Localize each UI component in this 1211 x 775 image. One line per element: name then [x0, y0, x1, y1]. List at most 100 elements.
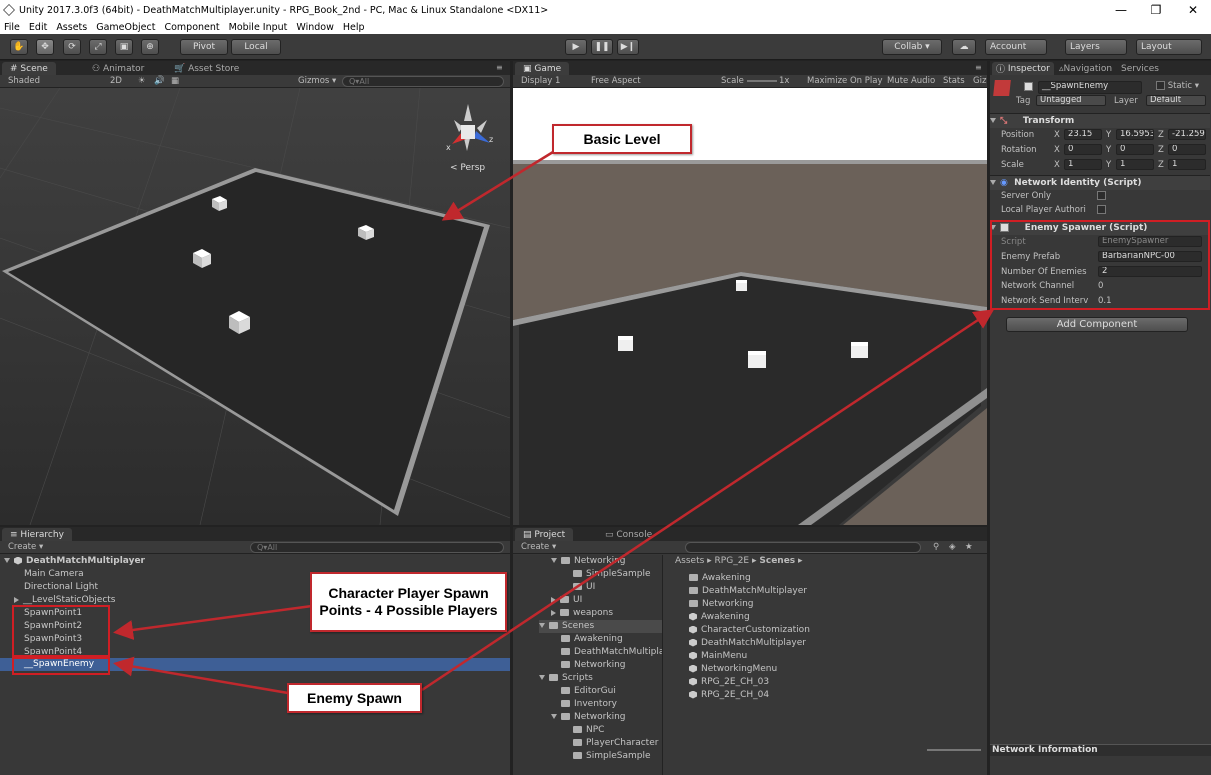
file-awakening-folder[interactable]: Awakening: [689, 572, 751, 585]
transform-tool-icon[interactable]: ⊕: [141, 39, 159, 55]
audio-icon[interactable]: 🔊: [154, 76, 165, 86]
menu-component[interactable]: Component: [164, 22, 219, 33]
tag-dropdown[interactable]: Untagged: [1036, 95, 1106, 106]
tree-scripts-networking[interactable]: Networking: [551, 711, 626, 724]
position-z-field[interactable]: -21.259: [1168, 129, 1206, 140]
position-y-field[interactable]: 16.5953: [1116, 129, 1154, 140]
tree-simplesample[interactable]: SimpleSample: [573, 568, 650, 581]
rotation-z-field[interactable]: 0: [1168, 144, 1206, 155]
scale-slider[interactable]: [747, 80, 777, 82]
breadcrumb-rpg2e[interactable]: RPG_2E: [715, 556, 750, 566]
scene-panel-menu-icon[interactable]: ≡: [496, 63, 503, 72]
menu-file[interactable]: File: [4, 22, 20, 33]
close-button[interactable]: ✕: [1176, 0, 1210, 20]
play-button-icon[interactable]: ▶: [565, 39, 587, 55]
file-networking-folder[interactable]: Networking: [689, 598, 754, 611]
tree-networking[interactable]: Networking: [551, 555, 626, 568]
server-only-checkbox[interactable]: [1097, 191, 1106, 200]
icon-size-slider[interactable]: [927, 749, 981, 751]
tree-scenes-awakening[interactable]: Awakening: [561, 633, 623, 646]
network-information-footer[interactable]: Network Information: [990, 744, 1211, 756]
maximize-button[interactable]: ❐: [1139, 0, 1173, 20]
display-dropdown[interactable]: Display 1: [521, 76, 560, 86]
tab-animator[interactable]: ⚇ Animator: [84, 62, 152, 75]
scene-viewport[interactable]: x z < Persp: [0, 88, 510, 525]
menu-help[interactable]: Help: [343, 22, 365, 33]
file-deathmatch-scene[interactable]: DeathMatchMultiplayer: [689, 637, 806, 650]
layout-dropdown[interactable]: Layout: [1136, 39, 1202, 55]
2d-toggle[interactable]: 2D: [110, 76, 122, 86]
effects-icon[interactable]: ▦: [171, 76, 179, 86]
tab-scene[interactable]: # Scene: [2, 62, 56, 75]
file-mainmenu-scene[interactable]: MainMenu: [689, 650, 747, 663]
tree-playercharacter[interactable]: PlayerCharacter: [573, 737, 658, 750]
favorite-star-icon[interactable]: ★: [965, 542, 973, 552]
tree-editorgui[interactable]: EditorGui: [561, 685, 616, 698]
tree-inventory[interactable]: Inventory: [561, 698, 617, 711]
add-component-button[interactable]: Add Component: [1006, 317, 1188, 332]
pivot-toggle[interactable]: Pivot: [180, 39, 228, 55]
rotation-x-field[interactable]: 0: [1064, 144, 1102, 155]
filter-type-icon[interactable]: ⚲: [933, 542, 939, 552]
gizmos-dropdown[interactable]: Gizmos ▾: [298, 76, 336, 86]
network-identity-header[interactable]: ◉ Network Identity (Script): [990, 175, 1210, 190]
layers-dropdown[interactable]: Layers: [1065, 39, 1127, 55]
menu-edit[interactable]: Edit: [29, 22, 47, 33]
game-panel-menu-icon[interactable]: ≡: [975, 63, 982, 72]
tree-npc[interactable]: NPC: [573, 724, 604, 737]
mute-audio-toggle[interactable]: Mute Audio: [887, 76, 935, 86]
pause-button-icon[interactable]: ❚❚: [591, 39, 613, 55]
cloud-icon[interactable]: ☁: [952, 39, 976, 55]
tree-scenes-deathmatch[interactable]: DeathMatchMultipla: [561, 646, 662, 659]
tree-ui-inner[interactable]: UI: [573, 581, 595, 594]
scale-x-field[interactable]: 1: [1064, 159, 1102, 170]
menu-mobile-input[interactable]: Mobile Input: [229, 22, 288, 33]
tab-console[interactable]: ▭ Console: [597, 528, 660, 541]
filter-label-icon[interactable]: ◈: [949, 542, 956, 552]
file-deathmatch-folder[interactable]: DeathMatchMultiplayer: [689, 585, 807, 598]
menu-gameobject[interactable]: GameObject: [96, 22, 155, 33]
breadcrumb-assets[interactable]: Assets: [675, 556, 704, 566]
file-ch03-scene[interactable]: RPG_2E_CH_03: [689, 676, 769, 689]
collab-button[interactable]: Collab ▾: [882, 39, 942, 55]
local-player-checkbox[interactable]: [1097, 205, 1106, 214]
lighting-icon[interactable]: ☀: [138, 76, 146, 86]
rotation-y-field[interactable]: 0: [1116, 144, 1154, 155]
account-dropdown[interactable]: Account: [985, 39, 1047, 55]
project-create-dropdown[interactable]: Create ▾: [521, 542, 556, 552]
scale-y-field[interactable]: 1: [1116, 159, 1154, 170]
breadcrumb-scenes[interactable]: Scenes: [759, 556, 795, 566]
aspect-dropdown[interactable]: Free Aspect: [591, 76, 641, 86]
file-charcustom-scene[interactable]: CharacterCustomization: [689, 624, 810, 637]
move-tool-icon[interactable]: ✥: [36, 39, 54, 55]
perspective-label[interactable]: < Persp: [450, 163, 485, 173]
tab-project[interactable]: ▤ Project: [515, 528, 574, 541]
maximize-on-play-toggle[interactable]: Maximize On Play: [807, 76, 882, 86]
scene-search-input[interactable]: Q▾All: [342, 76, 504, 87]
tree-scripts-simplesample[interactable]: SimpleSample: [573, 750, 650, 763]
tab-asset-store[interactable]: 🛒 Asset Store: [166, 62, 247, 75]
local-toggle[interactable]: Local: [231, 39, 281, 55]
scale-z-field[interactable]: 1: [1168, 159, 1206, 170]
hand-tool-icon[interactable]: ✋: [10, 39, 28, 55]
stats-toggle[interactable]: Stats: [943, 76, 965, 86]
tree-ui[interactable]: UI: [551, 594, 582, 607]
tab-inspector[interactable]: ⓘ Inspector: [992, 62, 1054, 75]
tab-services[interactable]: Services: [1118, 62, 1162, 75]
tree-scenes[interactable]: Scenes: [539, 620, 662, 633]
file-awakening-scene[interactable]: Awakening: [689, 611, 750, 624]
position-x-field[interactable]: 23.15: [1064, 129, 1102, 140]
hierarchy-search-input[interactable]: Q▾All: [250, 542, 504, 553]
game-gizmos-toggle[interactable]: Giz: [973, 76, 986, 86]
tab-game[interactable]: ▣ Game: [515, 62, 570, 75]
tree-scripts[interactable]: Scripts: [539, 672, 593, 685]
rect-tool-icon[interactable]: ▣: [115, 39, 133, 55]
static-toggle[interactable]: Static ▾: [1156, 81, 1199, 91]
active-checkbox[interactable]: [1024, 82, 1033, 91]
file-ch04-scene[interactable]: RPG_2E_CH_04: [689, 689, 769, 702]
scale-tool-icon[interactable]: ⤢: [89, 39, 107, 55]
object-name-field[interactable]: __SpawnEnemy: [1038, 81, 1142, 94]
shading-mode-dropdown[interactable]: Shaded: [8, 76, 40, 86]
menu-window[interactable]: Window: [296, 22, 333, 33]
menu-assets[interactable]: Assets: [56, 22, 87, 33]
